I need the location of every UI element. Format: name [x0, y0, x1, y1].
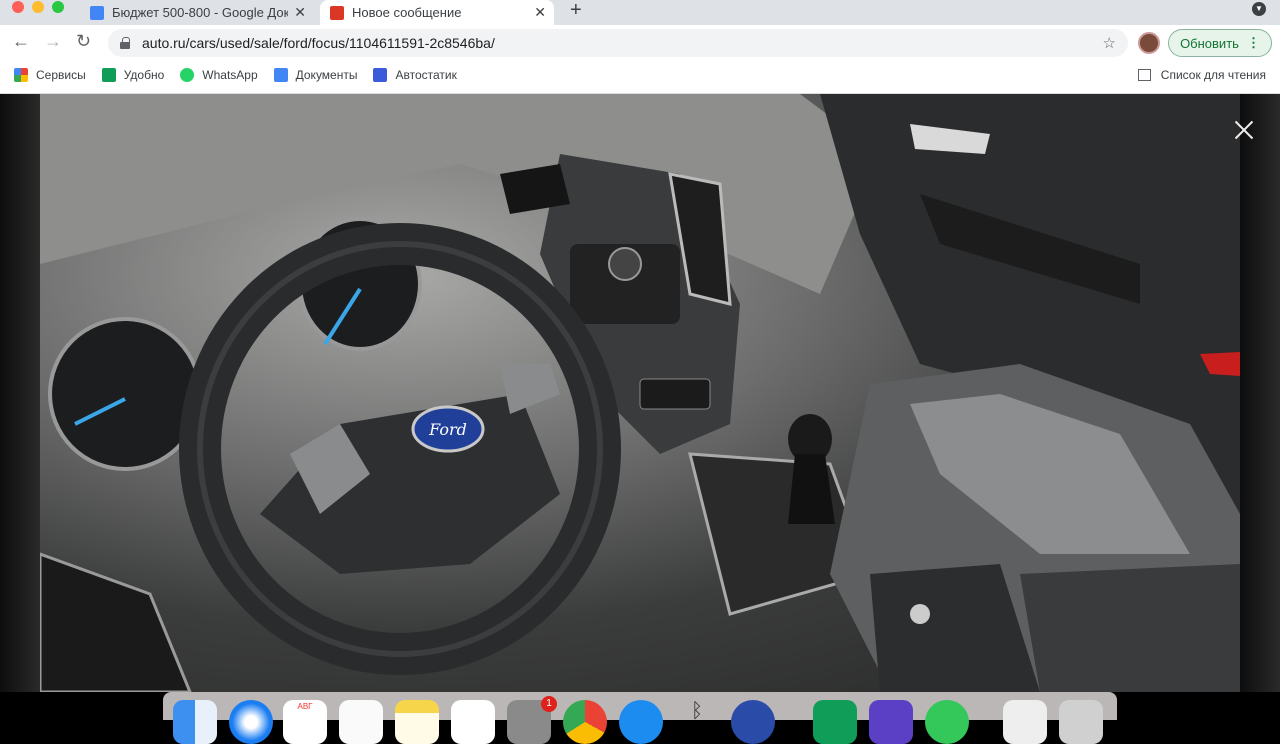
- zoom-window-button[interactable]: [52, 1, 64, 13]
- address-bar[interactable]: auto.ru/cars/used/sale/ford/focus/110461…: [108, 29, 1128, 57]
- close-icon[interactable]: ✕: [534, 4, 546, 21]
- photo-viewer: Ford: [0, 94, 1280, 692]
- bookmarks-bar: Сервисы Удобно WhatsApp Документы Автост…: [0, 61, 1280, 89]
- close-viewer-icon[interactable]: [1234, 120, 1254, 140]
- bookmark-star-icon[interactable]: ☆: [1103, 34, 1116, 52]
- tab-new-message[interactable]: Новое сообщение ✕: [320, 0, 554, 25]
- bookmark-label: Удобно: [123, 68, 165, 82]
- bookmark-udobno[interactable]: Удобно: [101, 68, 165, 82]
- utorrent-icon[interactable]: [925, 700, 969, 744]
- close-window-button[interactable]: [12, 1, 24, 13]
- url-text: auto.ru/cars/used/sale/ford/focus/110461…: [142, 35, 495, 51]
- back-button[interactable]: ←: [12, 31, 30, 52]
- trash-icon[interactable]: [1059, 700, 1103, 744]
- tab-strip: Бюджет 500-800 - Google Док ✕ Новое сооб…: [0, 0, 1280, 25]
- google-sheets-icon: [101, 68, 116, 82]
- photo-viewer-prev-area[interactable]: [0, 94, 40, 692]
- bookmark-label: WhatsApp: [202, 68, 258, 82]
- tab-title: Бюджет 500-800 - Google Док: [112, 5, 288, 20]
- reminders-icon[interactable]: [339, 700, 383, 744]
- new-tab-button[interactable]: +: [570, 0, 582, 22]
- safari-icon[interactable]: [229, 700, 273, 744]
- bookmark-avtostatik[interactable]: Автостатик: [373, 68, 457, 82]
- google-docs-icon: [273, 68, 288, 82]
- auto-ru-icon: [330, 5, 344, 20]
- forward-button[interactable]: →: [44, 31, 62, 52]
- calendar-month: АВГ: [297, 702, 313, 711]
- update-button[interactable]: Обновить ⋮: [1168, 29, 1272, 57]
- reading-list-label: Список для чтения: [1160, 68, 1266, 82]
- apps-grid-icon: [14, 68, 28, 82]
- ford-badge-text: Ford: [428, 420, 467, 439]
- car-interior-illustration: Ford: [40, 94, 1240, 692]
- photo-viewer-next-area[interactable]: [1240, 94, 1280, 692]
- google-sheets-icon[interactable]: [813, 700, 857, 744]
- toolbar: ← → ↻ auto.ru/cars/used/sale/ford/focus/…: [0, 25, 1280, 61]
- google-docs-icon: [90, 5, 104, 20]
- tab-search-icon[interactable]: ▼: [1252, 2, 1266, 16]
- macos-dock: АВГ 1 ᛒ: [163, 692, 1117, 744]
- finder-icon[interactable]: [173, 700, 217, 744]
- bookmark-documents[interactable]: Документы: [273, 68, 358, 82]
- excel-icon[interactable]: [1003, 700, 1047, 744]
- bluetooth-icon[interactable]: ᛒ: [675, 700, 719, 744]
- bookmark-whatsapp[interactable]: WhatsApp: [180, 68, 258, 82]
- chrome-icon[interactable]: [563, 700, 607, 744]
- close-icon[interactable]: ✕: [294, 4, 306, 21]
- update-label: Обновить: [1180, 35, 1239, 51]
- screen-icon[interactable]: [731, 700, 775, 744]
- notes-icon[interactable]: [395, 700, 439, 744]
- reload-button[interactable]: ↻: [76, 31, 91, 52]
- whatsapp-icon: [180, 68, 195, 82]
- music-icon[interactable]: [451, 700, 495, 744]
- car-icon: [373, 68, 388, 82]
- tab-google-doc[interactable]: Бюджет 500-800 - Google Док ✕: [82, 0, 314, 25]
- bookmark-label: Документы: [295, 68, 358, 82]
- reading-list-button[interactable]: Список для чтения: [1137, 68, 1266, 82]
- bookmark-services[interactable]: Сервисы: [14, 68, 86, 82]
- tab-title: Новое сообщение: [352, 5, 462, 20]
- imovie-icon[interactable]: [869, 700, 913, 744]
- more-menu-icon: ⋮: [1246, 35, 1260, 50]
- browser-window: Бюджет 500-800 - Google Док ✕ Новое сооб…: [0, 0, 1280, 94]
- notification-badge: 1: [541, 696, 557, 712]
- minimize-window-button[interactable]: [32, 1, 44, 13]
- app-store-icon[interactable]: [619, 700, 663, 744]
- lock-icon: [120, 37, 130, 49]
- calendar-icon[interactable]: АВГ: [283, 700, 327, 744]
- profile-avatar[interactable]: [1138, 32, 1160, 54]
- reading-list-icon: [1137, 69, 1151, 81]
- bookmark-label: Автостатик: [395, 68, 457, 82]
- bookmark-label: Сервисы: [36, 68, 86, 82]
- car-interior-photo: Ford: [40, 94, 1240, 692]
